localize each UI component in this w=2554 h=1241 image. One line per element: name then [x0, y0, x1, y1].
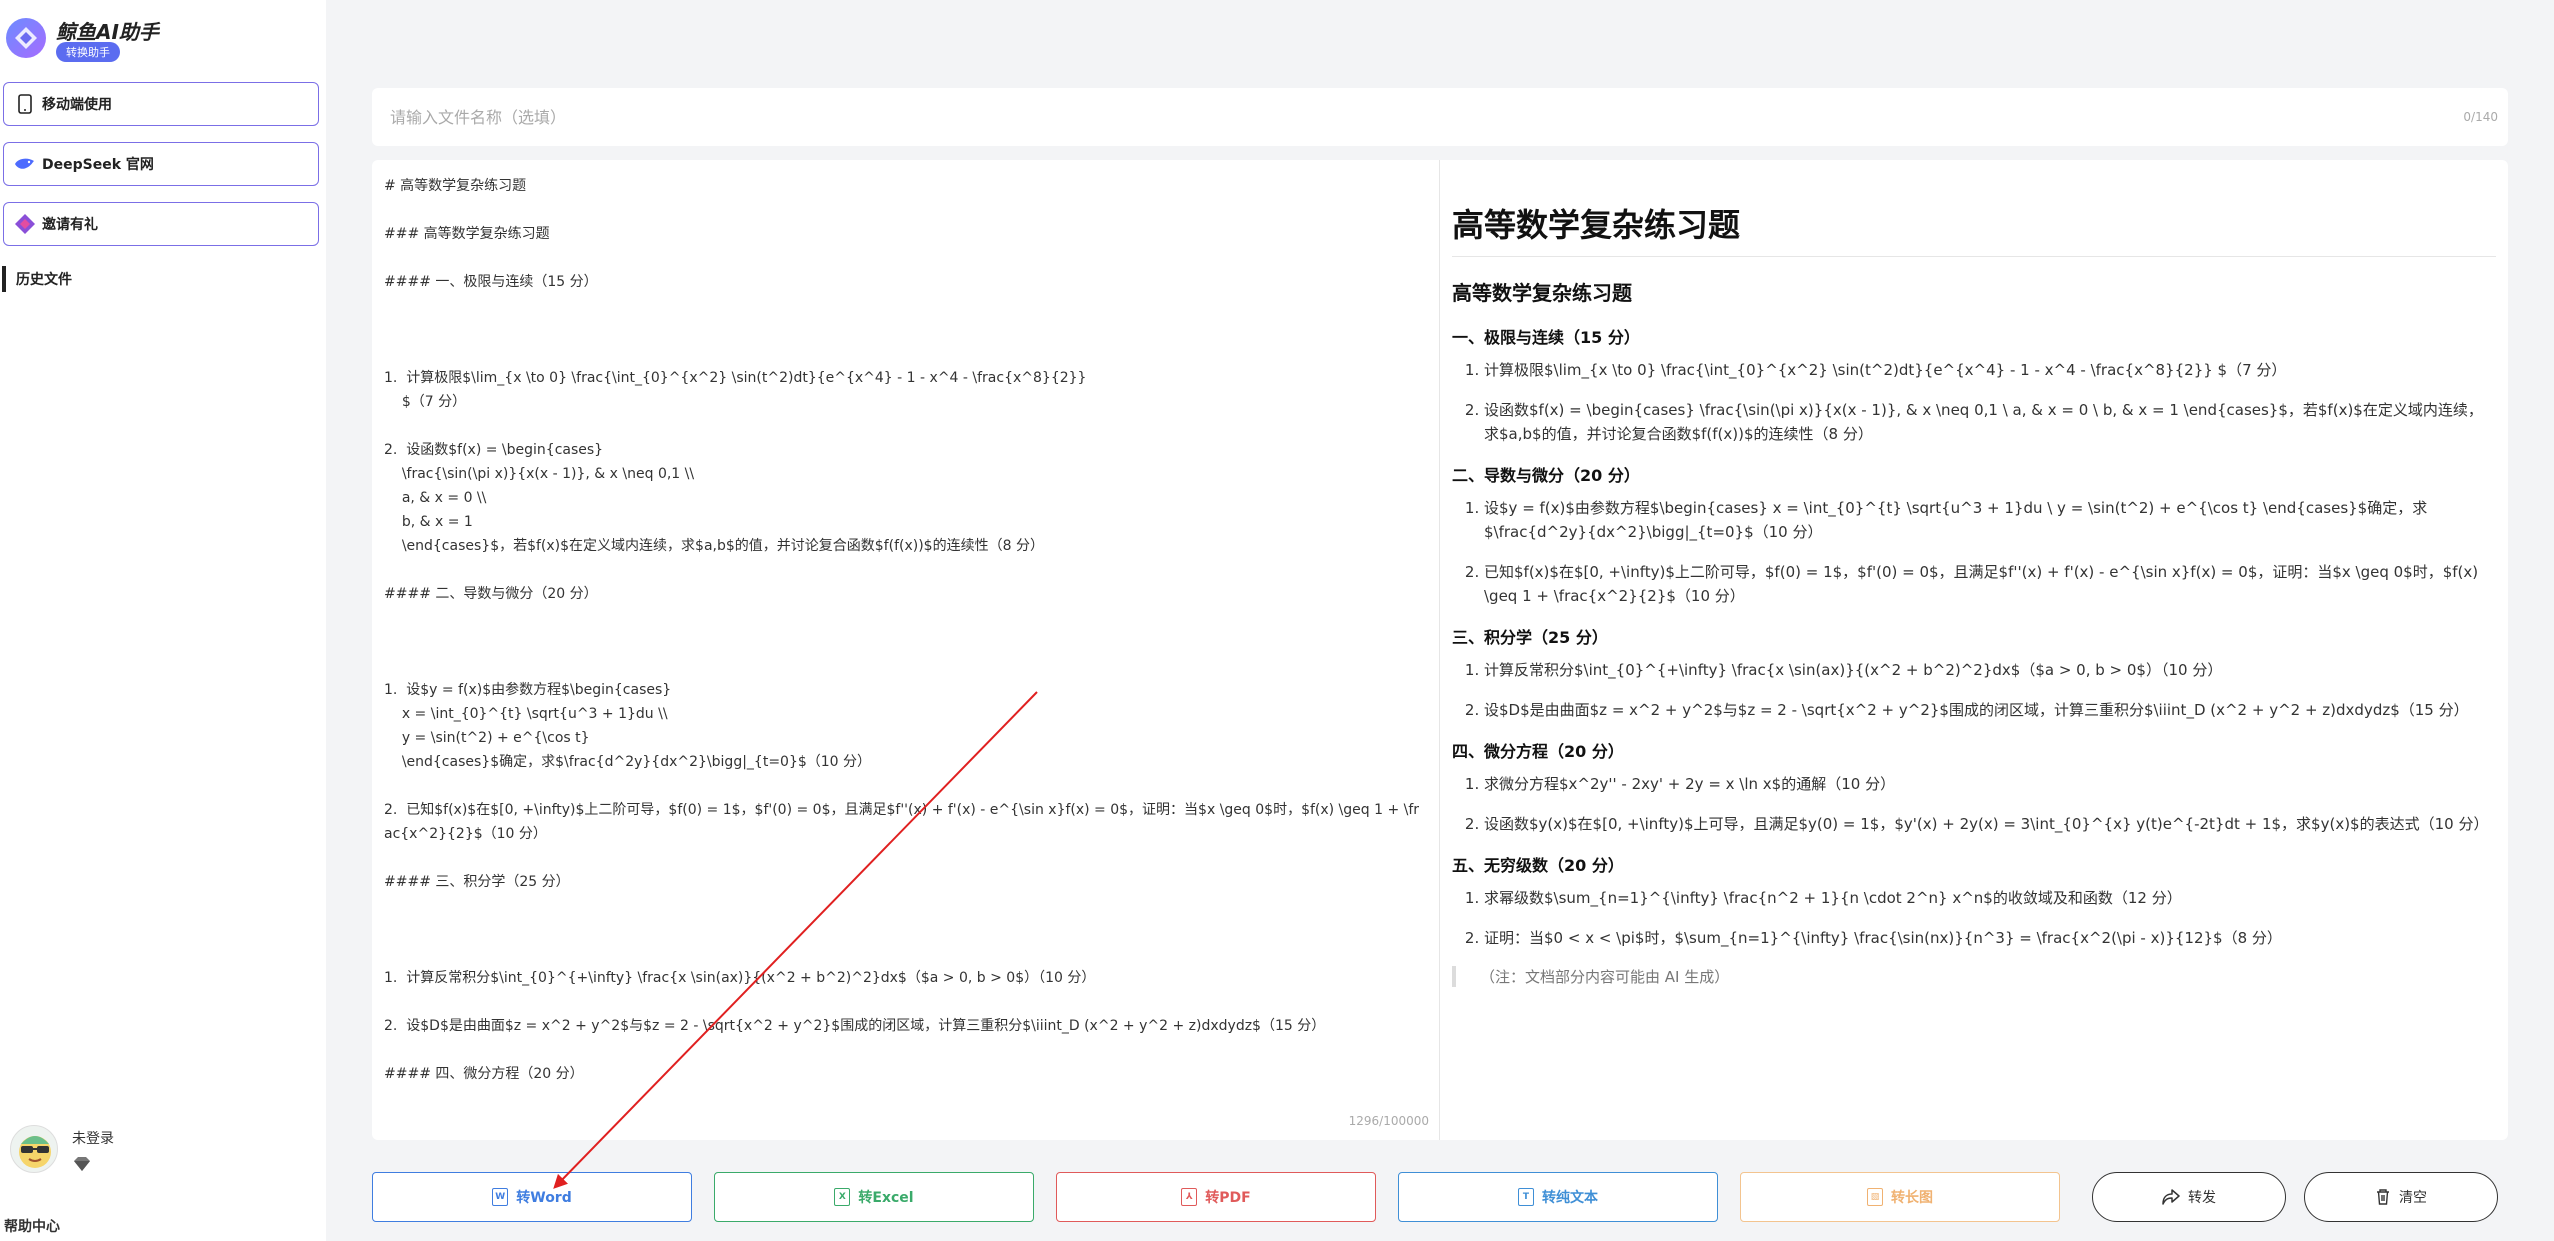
preview-question: 证明：当$0 < x < \pi$时，$\sum_{n=1}^{\infty} … [1484, 926, 2496, 950]
preview-section-list: 计算反常积分$\int_{0}^{+\infty} \frac{x \sin(a… [1484, 658, 2496, 722]
preview-question: 求微分方程$x^2y'' - 2xy' + 2y = x \ln x$的通解（1… [1484, 772, 2496, 796]
user-name: 未登录 [72, 1131, 114, 1147]
preview-question: 设$y = f(x)$由参数方程$\begin{cases} x = \int_… [1484, 496, 2496, 544]
app-badge: 转换助手 [56, 42, 120, 62]
convert-text-button[interactable]: T 转纯文本 [1398, 1172, 1718, 1222]
convert-pdf-label: 转PDF [1205, 1190, 1251, 1206]
markdown-editor[interactable]: # 高等数学复杂练习题 ### 高等数学复杂练习题 #### 一、极限与连续（1… [372, 160, 1440, 1140]
preview-question: 设函数$y(x)$在$[0, +\infty)$上可导，且满足$y(0) = 1… [1484, 812, 2496, 836]
image-file-icon: ▧ [1867, 1188, 1883, 1206]
preview-section-list: 求微分方程$x^2y'' - 2xy' + 2y = x \ln x$的通解（1… [1484, 772, 2496, 836]
share-arrow-icon [2162, 1189, 2180, 1205]
trash-icon [2377, 1189, 2389, 1205]
preview-ai-note: （注：文档部分内容可能由 AI 生成） [1452, 966, 2496, 987]
app-logo [6, 18, 46, 58]
preview-section-heading: 二、导数与微分（20 分） [1452, 466, 1640, 485]
convert-word-button[interactable]: W 转Word [372, 1172, 692, 1222]
gift-icon [14, 213, 36, 235]
convert-text-label: 转纯文本 [1542, 1190, 1598, 1206]
file-name-input[interactable] [372, 88, 2508, 146]
convert-word-label: 转Word [516, 1190, 572, 1206]
deepseek-site-label: DeepSeek 官网 [42, 157, 154, 173]
share-button[interactable]: 转发 [2092, 1172, 2286, 1222]
preview-question: 设函数$f(x) = \begin{cases} \frac{\sin(\pi … [1484, 398, 2496, 446]
markdown-editor-text[interactable]: # 高等数学复杂练习题 ### 高等数学复杂练习题 #### 一、极限与连续（1… [372, 160, 1439, 1100]
preview-question: 设$D$是由曲面$z = x^2 + y^2$与$z = 2 - \sqrt{x… [1484, 698, 2496, 722]
preview-section-list: 求幂级数$\sum_{n=1}^{\infty} \frac{n^2 + 1}{… [1484, 886, 2496, 950]
share-label: 转发 [2188, 1190, 2216, 1206]
preview-subtitle: 高等数学复杂练习题 [1452, 281, 1632, 305]
help-center-link[interactable]: 帮助中心 [4, 1216, 60, 1236]
preview-section-heading: 五、无穷级数（20 分） [1452, 856, 1624, 875]
phone-icon [14, 93, 36, 115]
file-name-field[interactable]: 0/140 [372, 88, 2508, 146]
excel-file-icon: X [834, 1188, 851, 1206]
file-name-counter: 0/140 [2463, 110, 2498, 124]
invite-gift-label: 邀请有礼 [42, 217, 98, 233]
whale-logo-icon [15, 27, 37, 49]
convert-long-image-label: 转长图 [1891, 1190, 1933, 1206]
app-title: 鲸鱼AI助手 [56, 20, 159, 44]
preview-section-heading: 三、积分学（25 分） [1452, 628, 1608, 647]
convert-pdf-button[interactable]: ⅄ 转PDF [1056, 1172, 1376, 1222]
avatar-face-icon [19, 1136, 51, 1168]
preview-question: 已知$f(x)$在$[0, +\infty)$上二阶可导，$f(0) = 1$，… [1484, 560, 2496, 608]
convert-excel-label: 转Excel [858, 1190, 914, 1206]
mobile-use-label: 移动端使用 [42, 97, 112, 113]
deepseek-whale-icon [14, 153, 36, 175]
pdf-file-icon: ⅄ [1181, 1188, 1198, 1206]
convert-excel-button[interactable]: X 转Excel [714, 1172, 1034, 1222]
preview-title: 高等数学复杂练习题 [1452, 200, 2496, 257]
history-files-link[interactable]: 历史文件 [2, 266, 72, 292]
editor-char-counter: 1296/100000 [1348, 1114, 1429, 1128]
sidebar: 鲸鱼AI助手 转换助手 移动端使用 DeepSeek 官网 邀请有礼 历史文件 … [0, 0, 326, 1241]
word-file-icon: W [492, 1188, 509, 1206]
convert-long-image-button[interactable]: ▧ 转长图 [1740, 1172, 2060, 1222]
deepseek-site-button[interactable]: DeepSeek 官网 [3, 142, 319, 186]
mobile-use-button[interactable]: 移动端使用 [3, 82, 319, 126]
preview-section-heading: 四、微分方程（20 分） [1452, 742, 1624, 761]
preview-question: 计算极限$\lim_{x \to 0} \frac{\int_{0}^{x^2}… [1484, 358, 2496, 382]
avatar[interactable] [10, 1125, 58, 1173]
clear-button[interactable]: 清空 [2304, 1172, 2498, 1222]
markdown-preview: 高等数学复杂练习题 高等数学复杂练习题 一、极限与连续（15 分） 计算极限$\… [1440, 160, 2508, 1140]
preview-section-list: 计算极限$\lim_{x \to 0} \frac{\int_{0}^{x^2}… [1484, 358, 2496, 446]
text-file-icon: T [1518, 1188, 1534, 1206]
invite-gift-button[interactable]: 邀请有礼 [3, 202, 319, 246]
preview-section-list: 设$y = f(x)$由参数方程$\begin{cases} x = \int_… [1484, 496, 2496, 608]
vip-gem-icon [72, 1156, 92, 1176]
clear-label: 清空 [2399, 1190, 2427, 1206]
preview-question: 计算反常积分$\int_{0}^{+\infty} \frac{x \sin(a… [1484, 658, 2496, 682]
preview-question: 求幂级数$\sum_{n=1}^{\infty} \frac{n^2 + 1}{… [1484, 886, 2496, 910]
preview-section-heading: 一、极限与连续（15 分） [1452, 328, 1640, 347]
